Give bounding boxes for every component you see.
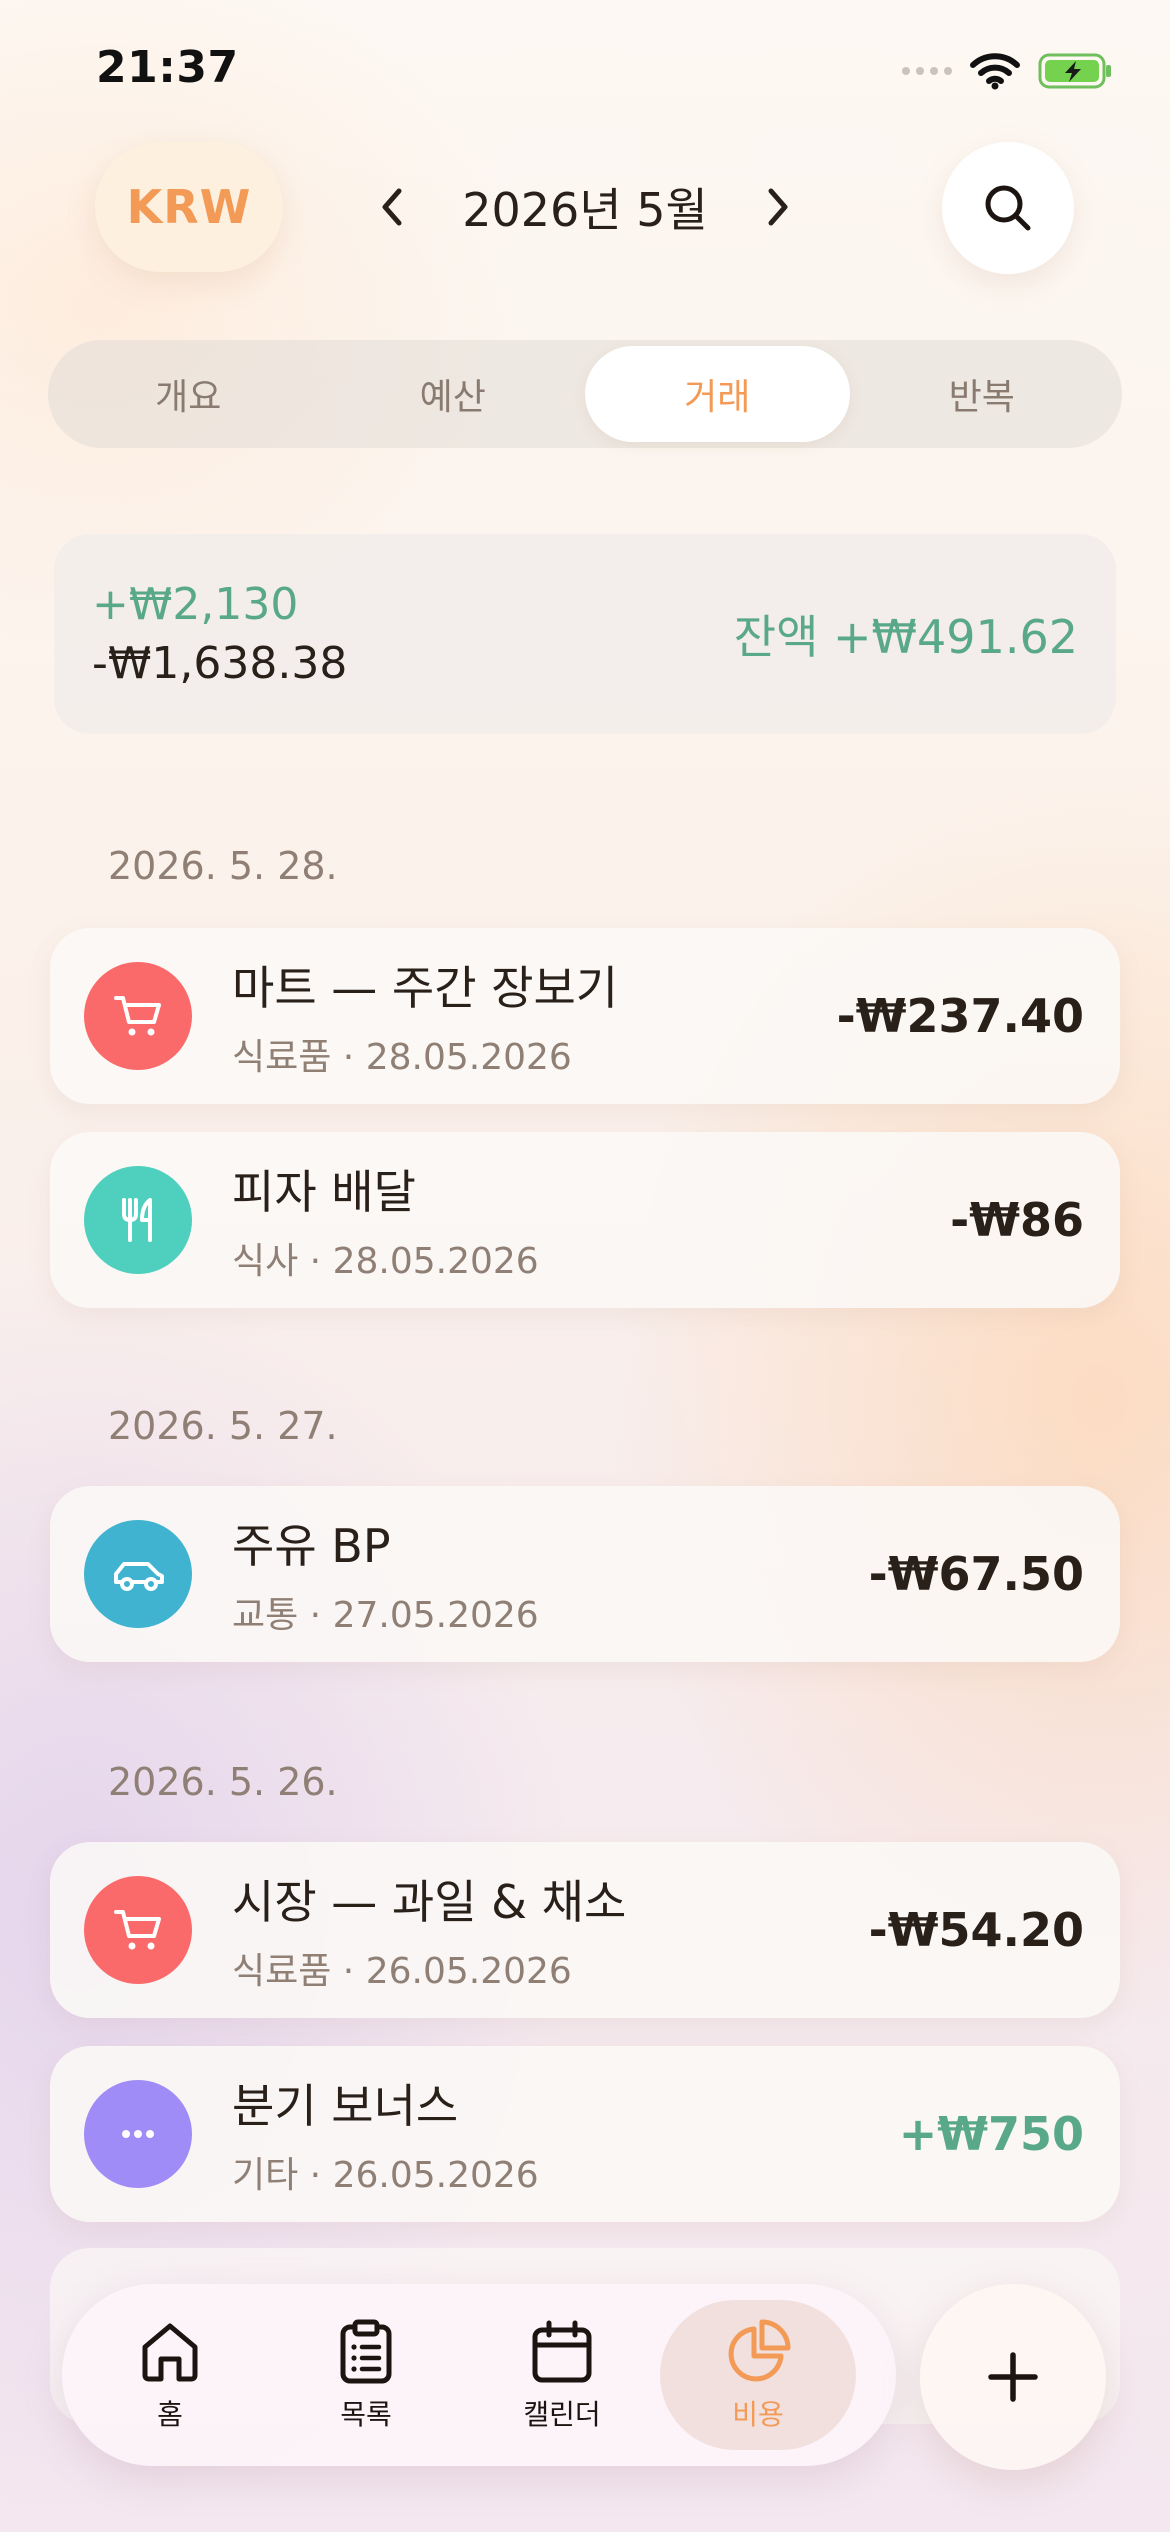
expense-total: -₩1,638.38: [92, 638, 348, 689]
battery-charging-icon: [1038, 53, 1111, 89]
calendar-icon: [532, 2320, 592, 2383]
category-badge: [84, 1876, 192, 1984]
cart-icon: [114, 996, 161, 1036]
tab-transactions[interactable]: 거래: [585, 346, 850, 442]
transaction-title: 시장 — 과일 & 채소: [232, 1875, 627, 1929]
tab-budget[interactable]: 예산: [321, 346, 586, 442]
transaction-amount: -₩237.40: [836, 989, 1084, 1043]
status-time: 21:37: [96, 42, 239, 93]
currency-button[interactable]: KRW: [95, 142, 283, 272]
transaction-subtitle: 식료품 · 28.05.2026: [232, 1037, 572, 1078]
transaction-subtitle: 기타 · 26.05.2026: [232, 2155, 539, 2196]
tabbar-label: 비용: [732, 2398, 784, 2431]
transaction-amount: -₩86: [950, 1193, 1084, 1247]
wifi-icon: [970, 53, 1020, 90]
transaction-title: 주유 BP: [232, 1519, 391, 1573]
transaction-subtitle: 교통 · 27.05.2026: [232, 1595, 539, 1636]
category-badge: [84, 1520, 192, 1628]
transaction-subtitle: 식료품 · 26.05.2026: [232, 1951, 572, 1992]
tabbar-item-calendar[interactable]: 캘린더: [464, 2300, 660, 2450]
view-tabs: 개요 예산 거래 반복: [48, 340, 1122, 448]
pie-chart-icon: [728, 2319, 791, 2382]
transaction-amount: +₩750: [898, 2107, 1084, 2161]
add-transaction-button[interactable]: [920, 2284, 1106, 2470]
transaction-row[interactable]: 마트 — 주간 장보기 식료품 · 28.05.2026 -₩237.40: [50, 928, 1120, 1104]
date-header: 2026. 5. 26.: [108, 1760, 338, 1804]
month-label: 2026년 5월: [462, 183, 708, 237]
fork-knife-icon: [122, 1198, 152, 1242]
next-month-button[interactable]: [746, 175, 810, 239]
transaction-title: 분기 보너스: [232, 2079, 459, 2133]
balance-total: 잔액 +₩491.62: [733, 610, 1078, 664]
income-total: +₩2,130: [92, 579, 299, 630]
cart-icon: [114, 1910, 161, 1950]
chevron-right-icon: [768, 188, 788, 226]
tab-recurring[interactable]: 반복: [850, 346, 1115, 442]
transaction-amount: -₩67.50: [868, 1547, 1084, 1601]
transaction-title: 마트 — 주간 장보기: [232, 961, 619, 1015]
bottom-tab-bar: 홈 목록 캘린더 비용: [62, 2284, 896, 2466]
car-icon: [114, 1562, 164, 1591]
transaction-row[interactable]: 피자 배달 식사 · 28.05.2026 -₩86: [50, 1132, 1120, 1308]
prev-month-button[interactable]: [360, 175, 424, 239]
tabbar-label: 목록: [340, 2398, 392, 2431]
tabbar-item-list[interactable]: 목록: [268, 2300, 464, 2450]
search-icon: [985, 185, 1031, 231]
tabbar-label: 캘린더: [523, 2398, 601, 2431]
transaction-subtitle: 식사 · 28.05.2026: [232, 1241, 539, 1282]
category-badge: [84, 2080, 192, 2188]
tab-overview[interactable]: 개요: [56, 346, 321, 442]
date-header: 2026. 5. 27.: [108, 1404, 338, 1448]
transaction-title: 피자 배달: [232, 1165, 416, 1219]
category-badge: [84, 962, 192, 1070]
category-badge: [84, 1166, 192, 1274]
tabbar-label: 홈: [157, 2398, 183, 2431]
tabbar-item-expenses[interactable]: 비용: [660, 2300, 856, 2450]
plus-icon: [988, 2352, 1038, 2402]
transaction-row[interactable]: 분기 보너스 기타 · 26.05.2026 +₩750: [50, 2046, 1120, 2222]
transaction-row[interactable]: 시장 — 과일 & 채소 식료품 · 26.05.2026 -₩54.20: [50, 1842, 1120, 2018]
cellular-signal-icon: [902, 67, 952, 75]
search-button[interactable]: [942, 142, 1074, 274]
clipboard-list-icon: [340, 2319, 392, 2384]
more-icon: [122, 2130, 154, 2138]
chevron-left-icon: [382, 188, 402, 226]
date-header: 2026. 5. 28.: [108, 844, 338, 888]
month-navigator: 2026년 5월: [360, 162, 810, 252]
summary-card: +₩2,130 -₩1,638.38 잔액 +₩491.62: [54, 534, 1116, 734]
transaction-amount: -₩54.20: [868, 1903, 1084, 1957]
transaction-row[interactable]: 주유 BP 교통 · 27.05.2026 -₩67.50: [50, 1486, 1120, 1662]
status-indicators: [902, 52, 1114, 90]
home-icon: [142, 2323, 198, 2382]
tabbar-item-home[interactable]: 홈: [72, 2300, 268, 2450]
